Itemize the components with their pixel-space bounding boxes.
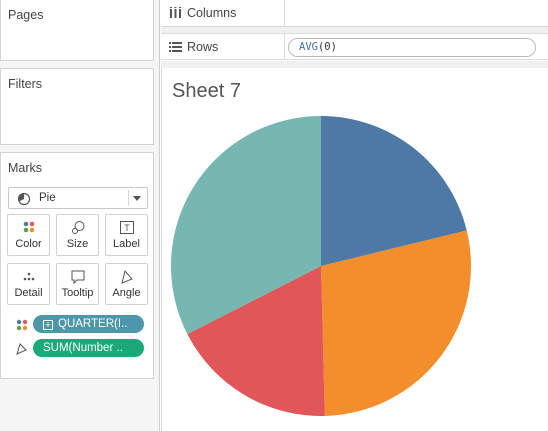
rows-shelf[interactable]: Rows AVG(0): [161, 33, 548, 60]
pages-title: Pages: [8, 8, 44, 22]
label-button[interactable]: T Label: [105, 214, 148, 256]
sum-number-pill[interactable]: SUM(Number ..: [33, 339, 144, 357]
chevron-down-icon: [133, 196, 141, 201]
columns-label: Columns: [187, 6, 237, 20]
rows-icon: [169, 42, 182, 52]
quarter-pill[interactable]: + QUARTER(I..: [33, 315, 144, 333]
columns-icon: [170, 7, 181, 18]
pages-card[interactable]: Pages: [0, 0, 154, 61]
detail-icon: [23, 272, 35, 281]
angle-icon: [121, 269, 133, 284]
filters-title: Filters: [8, 77, 43, 91]
color-dots-icon: [16, 319, 28, 331]
tooltip-button[interactable]: Tooltip: [56, 263, 99, 305]
columns-shelf[interactable]: Columns: [161, 0, 548, 27]
columns-shelf-label: Columns: [161, 0, 285, 26]
angle-pill-row: SUM(Number ..: [8, 339, 148, 357]
sum-number-pill-label: SUM(Number ..: [43, 342, 123, 354]
mark-type-label: Pie: [39, 192, 56, 204]
pie-mark-icon: [17, 192, 31, 206]
pie-chart[interactable]: [162, 68, 548, 431]
quarter-pill-label: QUARTER(I..: [58, 318, 128, 330]
marks-card: Marks Pie Color Size T Label Detail Tool…: [0, 152, 154, 379]
marks-title: Marks: [8, 161, 43, 175]
size-icon: [72, 221, 85, 234]
rows-pill-avg[interactable]: AVG(0): [288, 38, 536, 57]
size-button[interactable]: Size: [56, 214, 99, 256]
color-button[interactable]: Color: [7, 214, 50, 256]
expand-plus-icon[interactable]: +: [43, 320, 53, 330]
angle-button[interactable]: Angle: [105, 263, 148, 305]
left-panel: Pages Filters Marks Pie Color Size T Lab…: [0, 0, 160, 431]
filters-card[interactable]: Filters: [0, 68, 154, 145]
rows-pill-function: AVG: [299, 41, 318, 53]
detail-button[interactable]: Detail: [7, 263, 50, 305]
rows-shelf-label: Rows: [161, 34, 285, 59]
mark-type-dropdown[interactable]: Pie: [8, 187, 148, 209]
color-pill-row: + QUARTER(I..: [8, 315, 148, 333]
size-button-label: Size: [66, 238, 89, 250]
rows-pill-argument: (0): [317, 41, 337, 53]
tooltip-button-label: Tooltip: [61, 287, 94, 299]
color-icon: [23, 221, 35, 233]
color-button-label: Color: [15, 238, 42, 250]
label-icon: T: [120, 221, 134, 234]
label-button-label: Label: [113, 238, 140, 250]
detail-button-label: Detail: [14, 287, 43, 299]
view-separator: [161, 61, 548, 68]
dropdown-separator: [128, 190, 129, 206]
tooltip-icon: [71, 270, 85, 285]
svg-text:T: T: [124, 223, 130, 233]
rows-label: Rows: [187, 40, 219, 54]
angle-small-icon: [16, 343, 27, 355]
view-area: Sheet 7: [161, 68, 548, 431]
angle-button-label: Angle: [112, 287, 141, 299]
